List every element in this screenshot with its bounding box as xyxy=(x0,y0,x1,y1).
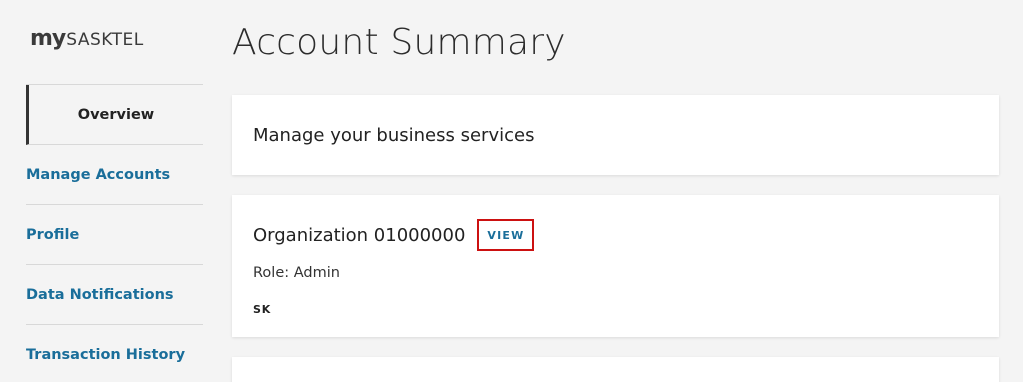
sidebar-item-label: Data Notifications xyxy=(26,286,174,303)
logo-brand-text: SASKTEL xyxy=(66,30,144,50)
manage-services-card: Manage your business services xyxy=(232,95,999,175)
sidebar-item-transaction-history[interactable]: Transaction History xyxy=(26,325,203,382)
sidebar-nav: Overview Manage Accounts Profile Data No… xyxy=(26,84,203,382)
page: my SASKTEL Overview Manage Accounts Prof… xyxy=(0,0,1023,382)
next-card xyxy=(232,357,999,382)
sidebar: my SASKTEL Overview Manage Accounts Prof… xyxy=(26,0,203,382)
sidebar-item-manage-accounts[interactable]: Manage Accounts xyxy=(26,145,203,205)
sidebar-item-label: Profile xyxy=(26,226,80,243)
organization-header: Organization 01000000 VIEW xyxy=(253,219,535,251)
view-organization-button[interactable]: VIEW xyxy=(477,219,535,251)
organization-card: Organization 01000000 VIEW Role: Admin S… xyxy=(232,195,999,337)
sidebar-item-data-notifications[interactable]: Data Notifications xyxy=(26,265,203,325)
sidebar-item-overview[interactable]: Overview xyxy=(26,85,203,145)
sidebar-item-label: Manage Accounts xyxy=(26,166,171,183)
manage-services-title: Manage your business services xyxy=(253,124,535,146)
organization-name: Organization 01000000 xyxy=(253,224,466,246)
page-title: Account Summary xyxy=(232,22,566,63)
sidebar-item-label: Overview xyxy=(77,106,155,123)
sidebar-item-label: Transaction History xyxy=(26,346,186,363)
organization-region: SK xyxy=(253,303,272,316)
sidebar-item-profile[interactable]: Profile xyxy=(26,205,203,265)
organization-role: Role: Admin xyxy=(253,265,340,281)
mysasktel-logo[interactable]: my SASKTEL xyxy=(30,26,144,51)
logo-my-text: my xyxy=(30,26,66,51)
